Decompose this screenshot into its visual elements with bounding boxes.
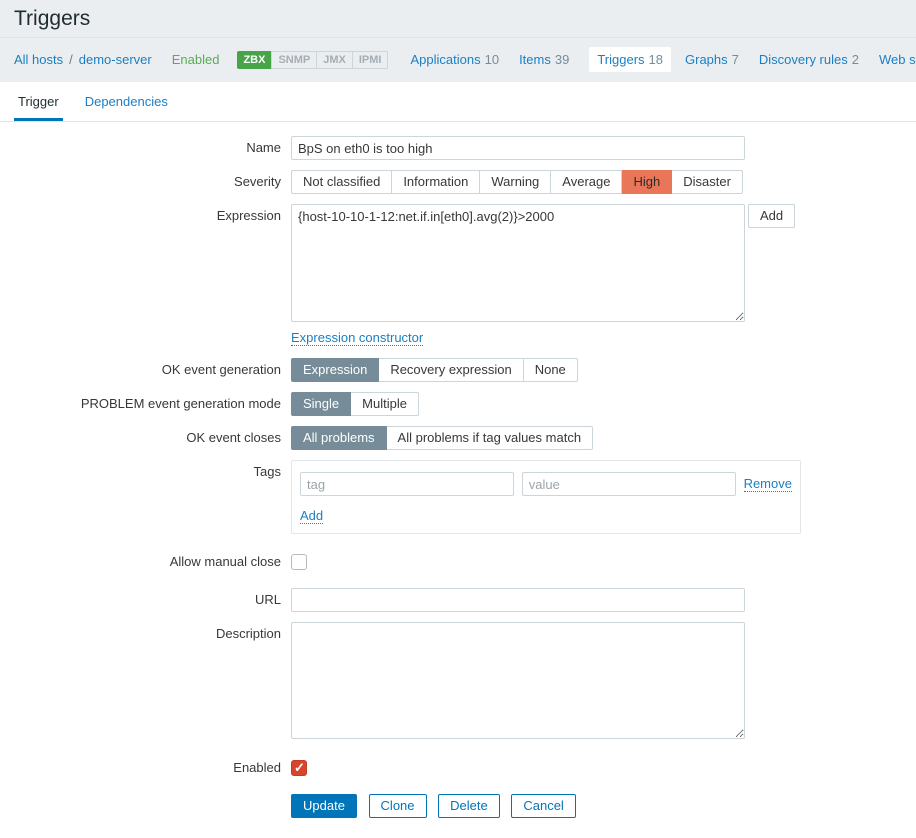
host-status-enabled: Enabled: [172, 52, 220, 67]
severity-option-average[interactable]: Average: [551, 170, 622, 194]
nav-discovery-rules-count: 2: [852, 52, 859, 67]
severity-label: Severity: [0, 170, 281, 194]
ok-event-closes-label: OK event closes: [0, 426, 281, 450]
breadcrumb: All hosts / demo-server Enabled ZBX SNMP…: [0, 38, 916, 82]
expression-row: Expression Expression constructor Add: [0, 204, 916, 346]
tag-add-link[interactable]: Add: [300, 508, 323, 524]
nav-items-count: 39: [555, 52, 569, 67]
allow-manual-close-checkbox[interactable]: [291, 554, 307, 570]
breadcrumb-host-link[interactable]: demo-server: [79, 52, 152, 67]
nav-graphs-link[interactable]: Graphs: [685, 52, 728, 67]
nav-item-items[interactable]: Items 39: [519, 52, 569, 67]
tag-name-input[interactable]: [300, 472, 514, 496]
ok-event-option-expression[interactable]: Expression: [291, 358, 379, 382]
interface-availability-badges: ZBX SNMP JMX IPMI: [237, 51, 388, 69]
tags-container: Remove Add: [291, 460, 801, 534]
nav-applications-count: 10: [485, 52, 499, 67]
tags-label: Tags: [0, 460, 281, 484]
breadcrumb-separator: /: [69, 52, 73, 67]
host-nav: Applications 10 Items 39 Triggers 18 Graphs…: [410, 47, 916, 72]
severity-row: Severity Not classified Information Warn…: [0, 170, 916, 194]
cancel-button[interactable]: Cancel: [511, 794, 575, 818]
delete-button[interactable]: Delete: [438, 794, 500, 818]
description-textarea[interactable]: [291, 622, 745, 739]
nav-item-discovery-rules[interactable]: Discovery rules 2: [759, 52, 859, 67]
expression-label: Expression: [0, 204, 281, 228]
ok-event-option-recovery-expression[interactable]: Recovery expression: [379, 358, 523, 382]
enabled-label: Enabled: [0, 756, 281, 780]
page-header: Triggers All hosts / demo-server Enabled…: [0, 0, 916, 82]
severity-option-high[interactable]: High: [622, 170, 672, 194]
name-row: Name: [0, 136, 916, 160]
tab-dependencies[interactable]: Dependencies: [81, 82, 172, 121]
zbx-badge: ZBX: [237, 51, 271, 69]
name-input[interactable]: [291, 136, 745, 160]
ok-event-closes-group: All problems All problems if tag values …: [291, 426, 593, 450]
nav-item-graphs[interactable]: Graphs 7: [685, 52, 739, 67]
severity-option-disaster[interactable]: Disaster: [672, 170, 743, 194]
nav-item-triggers[interactable]: Triggers 18: [589, 47, 671, 72]
expression-add-button[interactable]: Add: [748, 204, 795, 228]
description-label: Description: [0, 622, 281, 646]
ok-event-generation-row: OK event generation Expression Recovery …: [0, 358, 916, 382]
problem-event-mode-label: PROBLEM event generation mode: [0, 392, 281, 416]
severity-option-information[interactable]: Information: [392, 170, 480, 194]
severity-option-warning[interactable]: Warning: [480, 170, 551, 194]
ok-event-option-none[interactable]: None: [524, 358, 578, 382]
nav-triggers-count: 18: [649, 52, 663, 67]
enabled-checkbox[interactable]: [291, 760, 307, 776]
breadcrumb-all-hosts-link[interactable]: All hosts: [14, 52, 63, 67]
nav-item-web-scenarios[interactable]: Web scenarios: [879, 52, 916, 67]
ok-event-closes-row: OK event closes All problems All problem…: [0, 426, 916, 450]
tags-row: Tags Remove Add: [0, 460, 916, 534]
form-tabbar: Trigger Dependencies: [0, 82, 916, 122]
description-row: Description: [0, 622, 916, 742]
problem-mode-option-multiple[interactable]: Multiple: [351, 392, 419, 416]
problem-event-mode-row: PROBLEM event generation mode Single Mul…: [0, 392, 916, 416]
url-label: URL: [0, 588, 281, 612]
allow-manual-close-row: Allow manual close: [0, 550, 916, 574]
jmx-badge: JMX: [316, 52, 352, 68]
ok-closes-option-all-if-tag-match[interactable]: All problems if tag values match: [387, 426, 594, 450]
severity-option-not-classified[interactable]: Not classified: [291, 170, 392, 194]
ok-event-generation-group: Expression Recovery expression None: [291, 358, 578, 382]
allow-manual-close-label: Allow manual close: [0, 550, 281, 574]
enabled-row: Enabled: [0, 756, 916, 780]
tag-value-input[interactable]: [522, 472, 736, 496]
page-title: Triggers: [14, 7, 90, 30]
tag-entry-row: Remove: [300, 472, 792, 496]
update-button[interactable]: Update: [291, 794, 357, 818]
nav-web-scenarios-link[interactable]: Web scenarios: [879, 52, 916, 67]
form-actions: Update Clone Delete Cancel: [291, 794, 916, 838]
url-input[interactable]: [291, 588, 745, 612]
url-row: URL: [0, 588, 916, 612]
ok-closes-option-all-problems[interactable]: All problems: [291, 426, 387, 450]
nav-triggers-link[interactable]: Triggers: [597, 52, 644, 67]
nav-items-link[interactable]: Items: [519, 52, 551, 67]
nav-applications-link[interactable]: Applications: [410, 52, 480, 67]
expression-constructor-link[interactable]: Expression constructor: [291, 330, 423, 346]
name-label: Name: [0, 136, 281, 160]
interface-badge-group: SNMP JMX IPMI: [271, 51, 388, 69]
nav-item-applications[interactable]: Applications 10: [410, 52, 499, 67]
ipmi-badge: IPMI: [352, 52, 388, 68]
title-row: Triggers: [0, 0, 916, 38]
nav-graphs-count: 7: [732, 52, 739, 67]
clone-button[interactable]: Clone: [369, 794, 427, 818]
tab-trigger[interactable]: Trigger: [14, 82, 63, 121]
ok-event-generation-label: OK event generation: [0, 358, 281, 382]
severity-segment-group: Not classified Information Warning Avera…: [291, 170, 743, 194]
expression-textarea[interactable]: [291, 204, 745, 322]
trigger-form: Name Severity Not classified Information…: [0, 122, 916, 838]
snmp-badge: SNMP: [272, 52, 316, 68]
problem-mode-option-single[interactable]: Single: [291, 392, 351, 416]
problem-event-mode-group: Single Multiple: [291, 392, 419, 416]
tag-remove-link[interactable]: Remove: [744, 476, 792, 492]
nav-discovery-rules-link[interactable]: Discovery rules: [759, 52, 848, 67]
